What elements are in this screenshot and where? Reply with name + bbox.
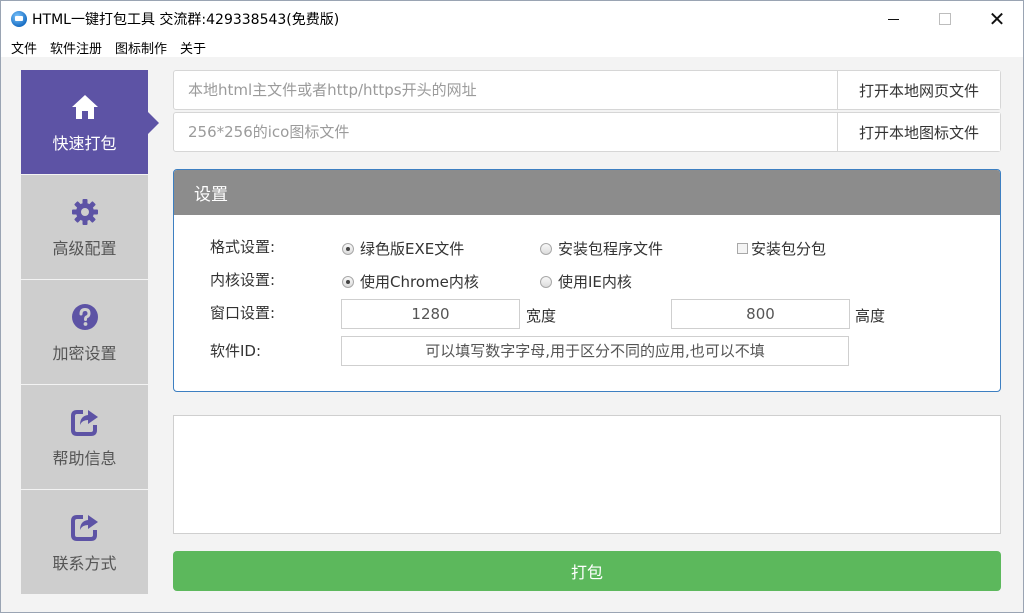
width-label: 宽度 bbox=[526, 305, 556, 326]
software-id-input[interactable] bbox=[341, 336, 849, 366]
share-icon bbox=[68, 510, 102, 544]
close-button[interactable]: ✕ bbox=[971, 1, 1023, 37]
format-option-split-label: 安装包分包 bbox=[751, 238, 826, 259]
kernel-option-chrome[interactable]: 使用Chrome内核 bbox=[342, 271, 479, 292]
app-logo-icon bbox=[11, 11, 27, 27]
window-height-input[interactable] bbox=[671, 299, 850, 329]
radio-selected[interactable] bbox=[342, 243, 354, 255]
minimize-button[interactable] bbox=[867, 1, 919, 37]
software-id-label: 软件ID: bbox=[210, 340, 261, 361]
kernel-option-ie[interactable]: 使用IE内核 bbox=[540, 271, 632, 292]
window-width-input[interactable] bbox=[341, 299, 520, 329]
maximize-button[interactable] bbox=[919, 1, 971, 37]
client-area: 快速打包 bbox=[1, 57, 1023, 612]
menu-bar: 文件 软件注册 图标制作 关于 bbox=[1, 37, 1023, 57]
sidebar-item-advanced[interactable]: 高级配置 bbox=[21, 175, 148, 279]
format-option-split[interactable]: 安装包分包 bbox=[737, 238, 826, 259]
output-log[interactable] bbox=[173, 415, 1001, 534]
format-option-installer[interactable]: 安装包程序文件 bbox=[540, 238, 663, 259]
sidebar-item-help[interactable]: 帮助信息 bbox=[21, 385, 148, 489]
kernel-label: 内核设置: bbox=[210, 269, 275, 290]
open-ico-file-button[interactable]: 打开本地图标文件 bbox=[837, 113, 1000, 151]
minimize-icon bbox=[888, 19, 899, 20]
sidebar-item-contact[interactable]: 联系方式 bbox=[21, 490, 148, 594]
html-file-row: 打开本地网页文件 bbox=[173, 70, 1001, 110]
sidebar-item-label: 高级配置 bbox=[52, 235, 116, 259]
sidebar-item-label: 加密设置 bbox=[52, 340, 116, 364]
main-content: 打开本地网页文件 打开本地图标文件 设置 格式设置: 绿色版EXE文件 安装包程… bbox=[173, 70, 1001, 154]
pack-button[interactable]: 打包 bbox=[173, 551, 1001, 591]
question-icon bbox=[68, 300, 102, 334]
radio-selected[interactable] bbox=[342, 276, 354, 288]
kernel-option-ie-label: 使用IE内核 bbox=[558, 271, 632, 292]
checkbox-unchecked[interactable] bbox=[737, 243, 748, 254]
menu-register[interactable]: 软件注册 bbox=[44, 38, 109, 57]
ico-file-input[interactable] bbox=[174, 113, 837, 151]
kernel-option-chrome-label: 使用Chrome内核 bbox=[360, 271, 479, 292]
radio-unselected[interactable] bbox=[540, 276, 552, 288]
sidebar-item-label: 联系方式 bbox=[52, 550, 116, 574]
home-icon bbox=[68, 90, 102, 124]
menu-icon-maker[interactable]: 图标制作 bbox=[109, 38, 174, 57]
maximize-icon bbox=[939, 13, 951, 25]
open-html-file-button[interactable]: 打开本地网页文件 bbox=[837, 71, 1000, 109]
menu-file[interactable]: 文件 bbox=[5, 38, 44, 57]
window-title: HTML一键打包工具 交流群:429338543(免费版) bbox=[32, 9, 339, 29]
sidebar-item-quick-pack[interactable]: 快速打包 bbox=[21, 70, 148, 174]
sidebar-item-encryption[interactable]: 加密设置 bbox=[21, 280, 148, 384]
radio-unselected[interactable] bbox=[540, 243, 552, 255]
sidebar-item-label: 帮助信息 bbox=[52, 445, 116, 469]
close-icon: ✕ bbox=[989, 7, 1006, 31]
format-label: 格式设置: bbox=[210, 236, 275, 257]
window-controls: ✕ bbox=[867, 1, 1023, 37]
ico-file-row: 打开本地图标文件 bbox=[173, 112, 1001, 152]
settings-title: 设置 bbox=[174, 170, 1000, 215]
height-label: 高度 bbox=[855, 305, 885, 326]
sidebar: 快速打包 bbox=[21, 70, 148, 595]
menu-about[interactable]: 关于 bbox=[174, 38, 213, 57]
settings-panel: 设置 格式设置: 绿色版EXE文件 安装包程序文件 安装包分包 内核设置: bbox=[173, 169, 1001, 392]
title-bar[interactable]: HTML一键打包工具 交流群:429338543(免费版) ✕ bbox=[1, 1, 1023, 37]
format-option-green[interactable]: 绿色版EXE文件 bbox=[342, 238, 464, 259]
sidebar-item-label: 快速打包 bbox=[52, 130, 116, 154]
share-icon bbox=[68, 405, 102, 439]
window-size-label: 窗口设置: bbox=[210, 302, 275, 323]
gear-icon bbox=[68, 195, 102, 229]
html-file-input[interactable] bbox=[174, 71, 837, 109]
format-option-installer-label: 安装包程序文件 bbox=[558, 238, 663, 259]
app-window: HTML一键打包工具 交流群:429338543(免费版) ✕ 文件 软件注册 … bbox=[0, 0, 1024, 613]
format-option-green-label: 绿色版EXE文件 bbox=[360, 238, 464, 259]
